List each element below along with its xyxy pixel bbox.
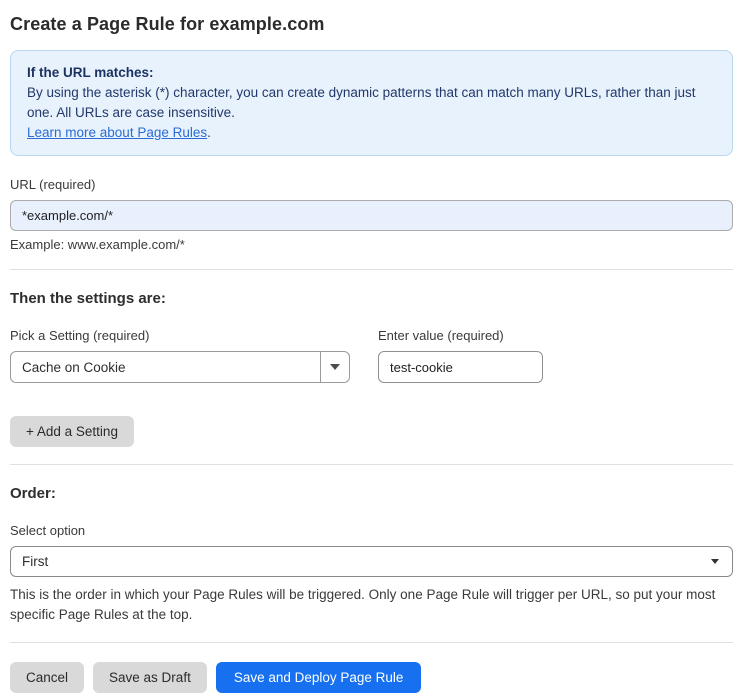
order-select-value: First: [22, 554, 49, 569]
cancel-button[interactable]: Cancel: [10, 662, 85, 693]
setting-select[interactable]: Cache on Cookie: [10, 351, 350, 383]
order-help-text: This is the order in which your Page Rul…: [10, 587, 716, 622]
learn-more-link[interactable]: Learn more about Page Rules: [27, 125, 207, 140]
add-setting-button[interactable]: + Add a Setting: [10, 416, 134, 447]
order-select-label: Select option: [10, 523, 86, 538]
order-section-heading: Order:: [10, 485, 56, 502]
setting-value-column: Enter value (required): [378, 307, 543, 383]
setting-select-value: Cache on Cookie: [22, 359, 126, 375]
url-match-info-box: If the URL matches: By using the asteris…: [10, 50, 733, 156]
settings-row: Pick a Setting (required) Cache on Cooki…: [10, 307, 733, 383]
info-box-body: By using the asterisk (*) character, you…: [27, 85, 696, 120]
divider: [10, 642, 733, 643]
order-select[interactable]: First: [10, 546, 733, 577]
info-box-heading: If the URL matches:: [27, 65, 154, 80]
url-example-helper: Example: www.example.com/*: [10, 237, 185, 252]
settings-section-heading: Then the settings are:: [10, 290, 166, 307]
page-title: Create a Page Rule for example.com: [10, 14, 325, 34]
divider: [10, 269, 733, 270]
url-input[interactable]: [10, 200, 733, 231]
divider: [10, 464, 733, 465]
setting-select-arrow-button[interactable]: [320, 352, 349, 382]
caret-down-icon: [711, 559, 719, 564]
caret-down-icon: [330, 364, 340, 370]
setting-value-label: Enter value (required): [378, 328, 504, 343]
save-as-draft-button[interactable]: Save as Draft: [93, 662, 207, 693]
info-box-link-line: Learn more about Page Rules.: [27, 123, 716, 143]
url-field-label: URL (required): [10, 177, 96, 192]
page-rule-form: Create a Page Rule for example.com If th…: [0, 0, 750, 693]
setting-picker-column: Pick a Setting (required) Cache on Cooki…: [10, 307, 350, 383]
form-actions: Cancel Save as Draft Save and Deploy Pag…: [10, 662, 733, 693]
save-and-deploy-button[interactable]: Save and Deploy Page Rule: [215, 662, 422, 693]
setting-picker-label: Pick a Setting (required): [10, 328, 150, 343]
link-suffix: .: [207, 125, 211, 140]
setting-value-input[interactable]: [378, 351, 543, 383]
